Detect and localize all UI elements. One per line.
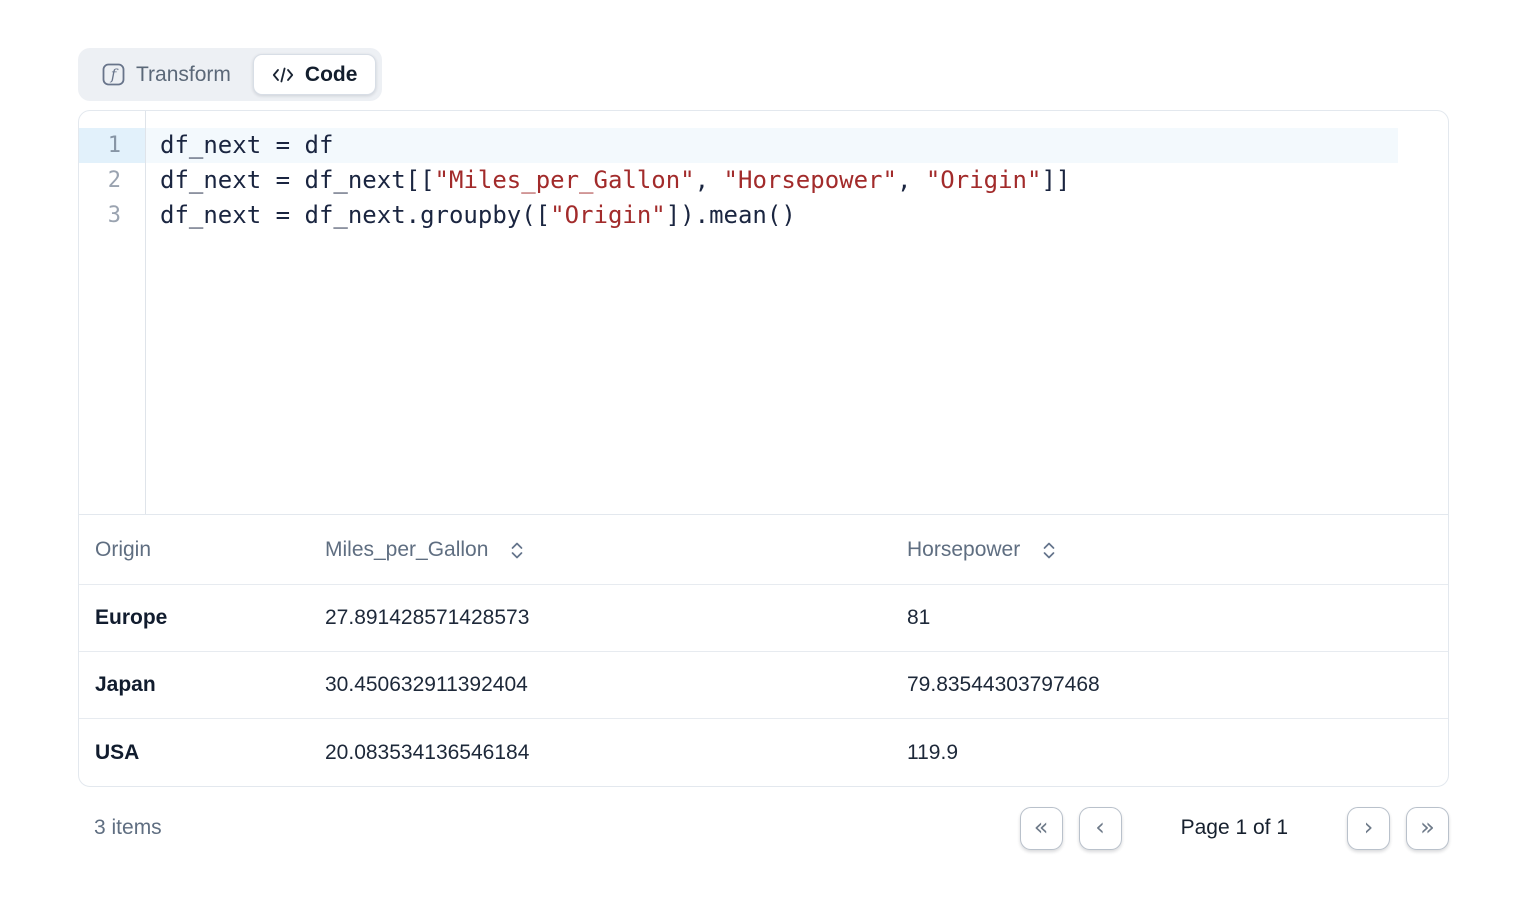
pager-controls: « ‹ Page 1 of 1 › »: [1020, 807, 1449, 850]
string-token: "Origin": [550, 201, 666, 229]
string-token: "Origin": [926, 166, 1042, 194]
string-token: "Miles_per_Gallon": [435, 166, 695, 194]
code-token: ,: [695, 166, 724, 194]
cell-origin: Europe: [79, 606, 309, 630]
table-row: Japan 30.450632911392404 79.835443037974…: [79, 652, 1448, 719]
tab-code[interactable]: Code: [253, 54, 377, 95]
pagination-bar: 3 items « ‹ Page 1 of 1 › »: [78, 800, 1449, 856]
previous-page-button[interactable]: ‹: [1079, 807, 1122, 850]
chevron-left-icon: ‹: [1095, 815, 1105, 839]
tab-transform-label: Transform: [136, 63, 231, 87]
table-row: USA 20.083534136546184 119.9: [79, 719, 1448, 786]
cell-horsepower: 119.9: [891, 741, 1448, 765]
cell-miles-per-gallon: 30.450632911392404: [309, 673, 891, 697]
editor-content[interactable]: df_next = df df_next = df_next[["Miles_p…: [146, 111, 1398, 514]
cell-origin: Japan: [79, 673, 309, 697]
chevron-right-icon: ›: [1364, 815, 1374, 839]
sort-icon[interactable]: [1042, 541, 1056, 560]
code-line: df_next = df_next.groupby(["Origin"]).me…: [146, 198, 1398, 233]
last-page-button[interactable]: »: [1406, 807, 1449, 850]
line-number: 2: [79, 163, 145, 198]
function-icon: f: [102, 63, 125, 86]
double-chevron-left-icon: «: [1034, 815, 1049, 839]
code-editor[interactable]: 1 2 3 df_next = df df_next = df_next[["M…: [79, 111, 1448, 515]
tab-code-label: Code: [305, 63, 358, 87]
double-chevron-right-icon: »: [1420, 815, 1435, 839]
code-token: ]).mean(): [666, 201, 796, 229]
line-number: 1: [79, 128, 145, 163]
items-count: 3 items: [94, 816, 162, 840]
line-number: 3: [79, 198, 145, 233]
column-header-label: Horsepower: [907, 538, 1020, 562]
cell-origin: USA: [79, 741, 309, 765]
column-header-horsepower[interactable]: Horsepower: [891, 538, 1448, 562]
column-header-miles-per-gallon[interactable]: Miles_per_Gallon: [309, 538, 891, 562]
svg-text:f: f: [110, 66, 119, 84]
cell-miles-per-gallon: 27.891428571428573: [309, 606, 891, 630]
column-header-origin: Origin: [79, 538, 309, 562]
string-token: "Horsepower": [724, 166, 897, 194]
code-token: df_next = df_next[[: [160, 166, 435, 194]
code-token: df_next = df_next.groupby([: [160, 201, 550, 229]
code-token: ,: [897, 166, 926, 194]
first-page-button[interactable]: «: [1020, 807, 1063, 850]
editor-gutter: 1 2 3: [79, 111, 146, 514]
page-indicator: Page 1 of 1: [1181, 816, 1288, 840]
next-page-button[interactable]: ›: [1347, 807, 1390, 850]
data-widget: f Transform Code 1 2 3: [78, 48, 1449, 856]
cell-horsepower: 81: [891, 606, 1448, 630]
cell-miles-per-gallon: 20.083534136546184: [309, 741, 891, 765]
transform-card: 1 2 3 df_next = df df_next = df_next[["M…: [78, 110, 1449, 787]
view-tabs: f Transform Code: [78, 48, 382, 101]
table-header: Origin Miles_per_Gallon Horsepower: [79, 515, 1448, 585]
code-icon: [272, 65, 294, 85]
cell-horsepower: 79.83544303797468: [891, 673, 1448, 697]
table-row: Europe 27.891428571428573 81: [79, 585, 1448, 652]
tab-transform[interactable]: f Transform: [84, 54, 249, 95]
sort-icon[interactable]: [510, 541, 524, 560]
column-header-label: Miles_per_Gallon: [325, 538, 488, 562]
code-token: ]]: [1041, 166, 1070, 194]
code-line: df_next = df_next[["Miles_per_Gallon", "…: [146, 163, 1398, 198]
code-line: df_next = df: [146, 128, 1398, 163]
code-token: df_next = df: [160, 131, 333, 159]
